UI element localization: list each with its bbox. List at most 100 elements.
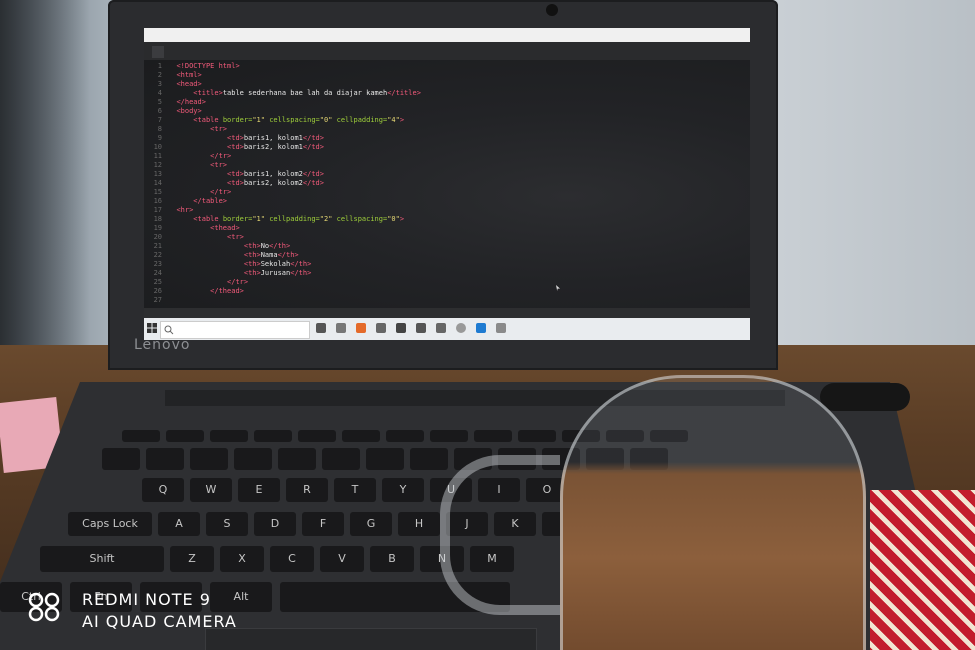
- code-line: 22 <th>Nama</th>: [144, 251, 299, 260]
- keyboard-key: E: [238, 478, 280, 502]
- line-number: 17: [153, 206, 162, 214]
- code-token: <hr>: [176, 206, 194, 214]
- keyboard-key: R: [286, 478, 328, 502]
- code-token: <thead>: [210, 224, 240, 232]
- keyboard-key: B: [370, 546, 414, 572]
- code-editor[interactable]: 1 <!DOCTYPE html> 2 <html> 3 <head> 4 <titl…: [144, 60, 750, 308]
- code-token: Jurusan: [260, 269, 291, 277]
- taskbar-app-icon[interactable]: [436, 323, 446, 333]
- keyboard-key: W: [190, 478, 232, 502]
- code-token: </td>: [302, 143, 324, 151]
- code-token: <th>: [243, 269, 261, 277]
- code-area[interactable]: 1 <!DOCTYPE html> 2 <html> 3 <head> 4 <titl…: [144, 60, 750, 308]
- code-line: 18 <table border="1" cellpadding="2" cel…: [144, 215, 405, 224]
- taskbar-app-icon[interactable]: [336, 323, 346, 333]
- line-number: 10: [153, 143, 162, 151]
- taskbar-app-icon[interactable]: [396, 323, 406, 333]
- code-token: </tr>: [227, 278, 249, 286]
- keyboard-key: [254, 430, 292, 442]
- code-token: <tr>: [210, 125, 228, 133]
- wall-shadow: [0, 0, 90, 380]
- windows-start-icon[interactable]: [146, 322, 158, 334]
- code-token: "4": [387, 116, 400, 124]
- line-number: 19: [153, 224, 162, 232]
- code-token: </thead>: [210, 287, 244, 295]
- code-token: <table: [193, 215, 223, 223]
- code-line: 13 <td>baris1, kolom2</td>: [144, 170, 324, 179]
- code-token: </head>: [176, 98, 206, 106]
- line-number: 9: [157, 134, 162, 142]
- editor-statusbar: [144, 308, 750, 318]
- line-number: 24: [153, 269, 162, 277]
- code-token: cellpadding=: [336, 116, 388, 124]
- laptop-screen: 1 <!DOCTYPE html> 2 <html> 3 <head> 4 <titl…: [144, 28, 750, 340]
- code-token: </tr>: [210, 152, 232, 160]
- keyboard-key: [322, 448, 360, 470]
- code-line: 3 <head>: [144, 80, 202, 89]
- code-line: 5 </head>: [144, 98, 206, 107]
- code-token: <th>: [243, 260, 261, 268]
- line-number: 26: [153, 287, 162, 295]
- code-token: </title>: [387, 89, 421, 97]
- taskbar-search-input[interactable]: [160, 321, 310, 339]
- line-number: 21: [153, 242, 162, 250]
- keyboard-key: D: [254, 512, 296, 536]
- code-token: </td>: [302, 134, 324, 142]
- line-number: 4: [157, 89, 162, 97]
- code-token: <th>: [243, 242, 261, 250]
- line-number: 22: [153, 251, 162, 259]
- code-line: 1 <!DOCTYPE html>: [144, 62, 240, 71]
- line-number: 13: [153, 170, 162, 178]
- line-number: 2: [157, 71, 162, 79]
- keyboard-key: Caps Lock: [68, 512, 152, 536]
- keyboard-key: [430, 430, 468, 442]
- keyboard-key: C: [270, 546, 314, 572]
- code-line: 16 </table>: [144, 197, 227, 206]
- quad-camera-logo: [28, 592, 60, 622]
- code-token: >: [399, 116, 405, 124]
- mail-icon[interactable]: [376, 323, 386, 333]
- keyboard-key: G: [350, 512, 392, 536]
- editor-tab[interactable]: [152, 46, 164, 58]
- code-token: border=: [222, 215, 253, 223]
- task-view-icon[interactable]: [316, 323, 326, 333]
- keyboard-key: Z: [170, 546, 214, 572]
- code-token: "1": [252, 215, 270, 223]
- keyboard-key: V: [320, 546, 364, 572]
- code-token: baris1, kolom2: [243, 170, 303, 178]
- line-number: 8: [157, 125, 162, 133]
- trackpad: [205, 628, 537, 650]
- code-token: "2": [319, 215, 337, 223]
- chrome-icon[interactable]: [456, 323, 466, 333]
- keyboard-key: Q: [142, 478, 184, 502]
- keyboard-key: [102, 448, 140, 470]
- code-line: 14 <td>baris2, kolom2</td>: [144, 179, 324, 188]
- keyboard-key: X: [220, 546, 264, 572]
- mug-body: [560, 375, 866, 650]
- taskbar-app-icon[interactable]: [356, 323, 366, 333]
- code-line: 10 <td>baris2, kolom1</td>: [144, 143, 324, 152]
- code-line: 19 <thead>: [144, 224, 240, 233]
- folder-icon[interactable]: [416, 323, 426, 333]
- edge-icon[interactable]: [476, 323, 486, 333]
- code-token: </tr>: [210, 188, 232, 196]
- sublime-text-icon[interactable]: [496, 323, 506, 333]
- line-number: 27: [153, 296, 162, 304]
- keyboard-key: [366, 448, 404, 470]
- line-number: 16: [153, 197, 162, 205]
- mug-handle: [440, 455, 560, 615]
- code-token: cellspacing=: [269, 116, 320, 124]
- code-token: >: [399, 215, 405, 223]
- code-token: Sekolah: [260, 260, 291, 268]
- keyboard-key: S: [206, 512, 248, 536]
- code-token: </table>: [193, 197, 228, 205]
- code-line: 25 </tr>: [144, 278, 249, 287]
- glass-coffee-mug: [440, 365, 900, 650]
